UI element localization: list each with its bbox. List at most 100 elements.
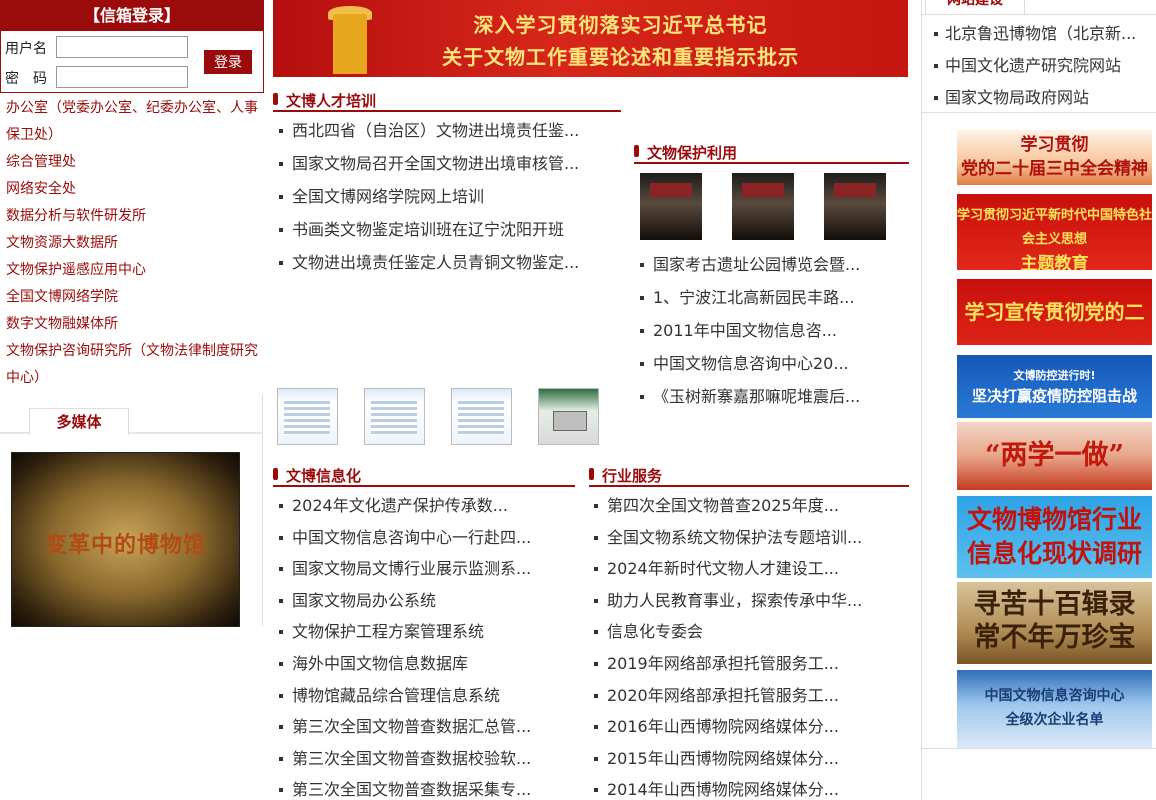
section-marker-icon bbox=[273, 93, 278, 105]
department-link[interactable]: 文物保护遥感应用中心 bbox=[6, 257, 264, 284]
promo-text: 学习宣传贯彻党的二十大精神 bbox=[964, 300, 1145, 324]
multimedia-tabbar: 多媒体 bbox=[0, 408, 262, 436]
training-thumbnails bbox=[277, 388, 625, 445]
promo-twentieth-congress-banner[interactable]: 学习宣传贯彻党的二十大精神 bbox=[957, 279, 1152, 345]
tab-website[interactable]: 网站建设 bbox=[925, 0, 1025, 15]
promo-enterprise-list-banner[interactable]: 中国文物信息咨询中心 全级次企业名单 bbox=[957, 670, 1152, 748]
news-item[interactable]: 2019年网络部承担托管服务工... bbox=[588, 648, 908, 680]
news-item[interactable]: 全国文博网络学院网上培训 bbox=[273, 180, 603, 213]
news-item[interactable]: 海外中国文物信息数据库 bbox=[273, 648, 575, 680]
news-item[interactable]: 2020年网络部承担托管服务工... bbox=[588, 680, 908, 712]
news-item[interactable]: 国家文物局文博行业展示监测系... bbox=[273, 553, 575, 585]
promo-two-studies-banner[interactable]: “两学一做” bbox=[957, 422, 1152, 490]
department-link[interactable]: 综合管理处 bbox=[6, 149, 264, 176]
news-item[interactable]: 2024年文化遗产保护传承数... bbox=[273, 490, 575, 522]
news-item[interactable]: 西北四省（自治区）文物进出境责任鉴... bbox=[273, 114, 603, 147]
promo-survey-banner[interactable]: 文物博物馆行业 信息化现状调研 bbox=[957, 496, 1152, 578]
website-links: 北京鲁迅博物馆（北京新... 中国文化遗产研究院网站 国家文物局政府网站 bbox=[934, 18, 1154, 114]
multimedia-video[interactable]: 变革中的博物馆 bbox=[11, 452, 240, 627]
section-title[interactable]: 文博人才培训 bbox=[286, 90, 376, 111]
right-column: 网站建设 北京鲁迅博物馆（北京新... 中国文化遗产研究院网站 国家文物局政府网… bbox=[921, 0, 1156, 800]
promo-text: 主题教育 bbox=[1020, 254, 1089, 270]
department-link[interactable]: 办公室（党委办公室、纪委办公室、人事保卫处） bbox=[6, 95, 264, 149]
news-item[interactable]: 助力人民教育事业，探索传承中华... bbox=[588, 585, 908, 617]
login-button[interactable]: 登录 bbox=[204, 50, 252, 74]
thumbnail-image[interactable] bbox=[364, 388, 425, 445]
username-input[interactable] bbox=[56, 36, 188, 58]
news-item[interactable]: 国家考古遗址公园博览会暨... bbox=[634, 248, 909, 281]
news-item[interactable]: 国家文物局办公系统 bbox=[273, 585, 575, 617]
department-link[interactable]: 数字文物融媒体所 bbox=[6, 311, 264, 338]
promo-text: 全级次企业名单 bbox=[1005, 712, 1104, 728]
section-marker-icon bbox=[273, 468, 278, 480]
news-item[interactable]: 博物馆藏品综合管理信息系统 bbox=[273, 680, 575, 712]
industry-news-list: 第四次全国文物普查2025年度... 全国文物系统文物保护法专题培训... 20… bbox=[588, 490, 908, 800]
divider bbox=[922, 112, 1156, 113]
promo-text: 学习贯彻习近平新时代中国特色社会主义思想 bbox=[957, 208, 1152, 247]
promo-third-plenary-banner[interactable]: 学习贯彻 党的二十届三中全会精神 bbox=[957, 130, 1152, 185]
section-training-header: 文博人才培训 bbox=[273, 86, 621, 112]
promo-text: 学习贯彻 bbox=[1020, 135, 1089, 155]
username-label: 用户名 bbox=[5, 41, 47, 57]
news-item[interactable]: 国家文物局召开全国文物进出境审核管... bbox=[273, 147, 603, 180]
department-link[interactable]: 全国文博网络学院 bbox=[6, 284, 264, 311]
department-link[interactable]: 数据分析与软件研发所 bbox=[6, 203, 264, 230]
promo-epidemic-banner[interactable]: 文博防控进行时! 坚决打赢疫情防控阻击战 bbox=[957, 355, 1152, 418]
promo-text: 中国文物信息咨询中心 bbox=[984, 688, 1125, 704]
news-item[interactable]: 2014年山西博物院网络媒体分... bbox=[588, 774, 908, 800]
banner-line-1: 深入学习贯彻落实习近平总书记 bbox=[473, 13, 768, 37]
banner-line-2: 关于文物工作重要论述和重要指示批示 bbox=[442, 45, 799, 69]
section-marker-icon bbox=[589, 468, 594, 480]
news-item[interactable]: 2015年山西博物院网络媒体分... bbox=[588, 743, 908, 775]
department-link[interactable]: 文物资源大数据所 bbox=[6, 230, 264, 257]
news-item[interactable]: 中国文物信息咨询中心一行赴四... bbox=[273, 522, 575, 554]
news-item[interactable]: 中国文物信息咨询中心20... bbox=[634, 347, 909, 380]
section-title[interactable]: 文博信息化 bbox=[286, 465, 361, 486]
news-item[interactable]: 信息化专委会 bbox=[588, 616, 908, 648]
department-link[interactable]: 网络安全处 bbox=[6, 176, 264, 203]
section-informatization-header: 文博信息化 bbox=[273, 461, 575, 487]
news-item[interactable]: 《玉树新寨嘉那嘛呢堆震后... bbox=[634, 380, 909, 413]
promo-theme-education-banner[interactable]: 学习贯彻习近平新时代中国特色社会主义思想 主题教育 bbox=[957, 194, 1152, 270]
promo-text: 坚决打赢疫情防控阻击战 bbox=[971, 387, 1137, 405]
tab-multimedia[interactable]: 多媒体 bbox=[29, 408, 129, 436]
section-title[interactable]: 文物保护利用 bbox=[647, 142, 737, 163]
mail-login-box: 【信箱登录】 用户名 密 码 登录 bbox=[0, 0, 264, 93]
news-item[interactable]: 第三次全国文物普查数据校验软... bbox=[273, 743, 575, 775]
news-item[interactable]: 第三次全国文物普查数据汇总管... bbox=[273, 711, 575, 743]
news-item[interactable]: 2024年新时代文物人才建设工... bbox=[588, 553, 908, 585]
news-item[interactable]: 2016年山西博物院网络媒体分... bbox=[588, 711, 908, 743]
password-input[interactable] bbox=[56, 66, 188, 88]
thumbnail-image[interactable] bbox=[451, 388, 512, 445]
news-item[interactable]: 第四次全国文物普查2025年度... bbox=[588, 490, 908, 522]
left-column: 【信箱登录】 用户名 密 码 登录 办公室（党委办公室、纪委办公室、人事保卫处）… bbox=[0, 0, 266, 800]
top-banner[interactable]: 深入学习贯彻落实习近平总书记 关于文物工作重要论述和重要指示批示 bbox=[273, 0, 908, 77]
news-item[interactable]: 2011年中国文物信息咨... bbox=[634, 314, 909, 347]
department-link[interactable]: 文物保护咨询研究所（文物法律制度研究中心） bbox=[6, 338, 264, 392]
news-item[interactable]: 文物保护工程方案管理系统 bbox=[273, 616, 575, 648]
news-item[interactable]: 第三次全国文物普查数据采集专... bbox=[273, 774, 575, 800]
password-label: 密 码 bbox=[5, 71, 47, 87]
promo-treasures-banner[interactable]: 寻苦十百辑录 常不年万珍宝 bbox=[957, 582, 1152, 664]
website-link[interactable]: 北京鲁迅博物馆（北京新... bbox=[934, 18, 1154, 50]
news-item[interactable]: 全国文物系统文物保护法专题培训... bbox=[588, 522, 908, 554]
photo-image[interactable] bbox=[640, 173, 702, 240]
photo-image[interactable] bbox=[824, 173, 886, 240]
thumbnail-image[interactable] bbox=[538, 388, 599, 445]
website-link[interactable]: 国家文物局政府网站 bbox=[934, 82, 1154, 114]
news-item[interactable]: 书画类文物鉴定培训班在辽宁沈阳开班 bbox=[273, 213, 603, 246]
website-link[interactable]: 中国文化遗产研究院网站 bbox=[934, 50, 1154, 82]
protection-photos bbox=[640, 173, 916, 240]
section-marker-icon bbox=[634, 145, 639, 157]
protection-news-list: 国家考古遗址公园博览会暨... 1、宁波江北高新园民丰路... 2011年中国文… bbox=[634, 248, 909, 413]
news-item[interactable]: 文物进出境责任鉴定人员青铜文物鉴定... bbox=[273, 246, 603, 279]
section-title[interactable]: 行业服务 bbox=[602, 465, 662, 486]
section-protection-header: 文物保护利用 bbox=[634, 138, 909, 164]
department-list: 办公室（党委办公室、纪委办公室、人事保卫处） 综合管理处 网络安全处 数据分析与… bbox=[6, 95, 264, 392]
column-divider bbox=[262, 395, 263, 625]
video-caption: 变革中的博物馆 bbox=[44, 532, 206, 558]
photo-image[interactable] bbox=[732, 173, 794, 240]
news-item[interactable]: 1、宁波江北高新园民丰路... bbox=[634, 281, 909, 314]
thumbnail-image[interactable] bbox=[277, 388, 338, 445]
promo-text: 党的二十届三中全会精神 bbox=[961, 159, 1148, 179]
